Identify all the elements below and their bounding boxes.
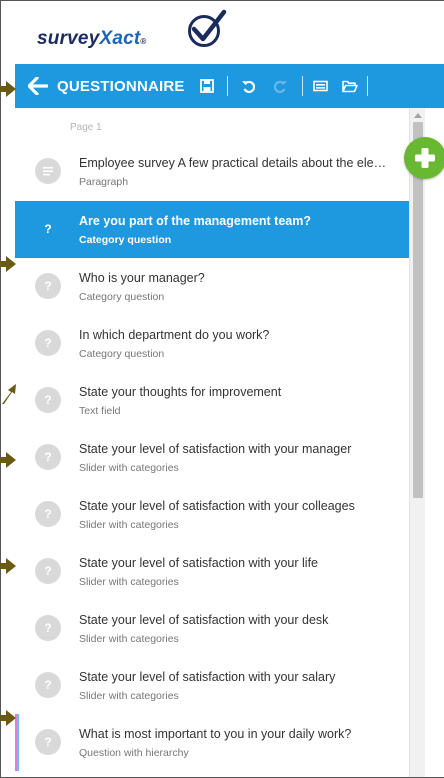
keyboard-icon	[313, 80, 328, 92]
save-button[interactable]	[191, 64, 223, 108]
logo-header: surveyXact®	[1, 1, 444, 65]
logo-accent-text: Xact	[99, 28, 141, 49]
item-type: Category question	[79, 348, 165, 360]
callout-pointer-icon	[0, 81, 16, 97]
item-type: Slider with categories	[79, 576, 179, 588]
keyboard-button[interactable]	[303, 64, 339, 108]
item-title: State your thoughts for improvement	[79, 385, 282, 399]
callout-pointer-icon	[0, 256, 16, 272]
item-type: Slider with categories	[79, 690, 179, 702]
back-arrow-icon	[28, 77, 48, 95]
item-title: Who is your manager?	[79, 271, 205, 285]
list-item[interactable]: Employee survey A few practical details …	[15, 143, 409, 200]
callout-pointer-icon	[2, 384, 16, 404]
questionnaire-toolbar: QUESTIONNAIRE	[15, 64, 444, 108]
list-item[interactable]: ? State your level of satisfaction with …	[15, 657, 409, 714]
question-badge: ?	[35, 501, 61, 527]
add-question-button[interactable]	[404, 137, 444, 179]
undo-button[interactable]	[228, 64, 268, 108]
list-item[interactable]: ? In which department do you work? Categ…	[15, 315, 409, 372]
question-badge: ?	[44, 222, 52, 236]
item-title: Are you part of the management team?	[79, 214, 311, 228]
logo-main-text: survey	[37, 28, 100, 49]
question-badge: ?	[35, 729, 61, 755]
save-icon	[199, 79, 214, 93]
folder-icon	[341, 80, 358, 92]
item-type: Slider with categories	[79, 462, 179, 474]
question-badge: ?	[35, 387, 61, 413]
question-badge: ?	[35, 273, 61, 299]
callout-pointer-icon	[0, 558, 16, 574]
callout-pointer-icon	[0, 452, 16, 468]
paragraph-icon	[43, 166, 53, 175]
list-item[interactable]: ? State your thoughts for improvement Te…	[15, 372, 409, 429]
callout-pointer-icon	[0, 710, 16, 726]
app-frame: surveyXact® QUESTIONNAIRE Page 1 Employe…	[0, 0, 444, 778]
question-badge: ?	[35, 672, 61, 698]
checkmark-logo-icon	[188, 9, 227, 47]
question-badge: ?	[35, 615, 61, 641]
item-title: In which department do you work?	[79, 328, 270, 342]
plus-icon	[415, 148, 435, 168]
list-item-selected[interactable]: ? Are you part of the management team? C…	[15, 201, 409, 258]
page-label: Page 1	[70, 122, 102, 133]
list-item[interactable]: ? State your level of satisfaction with …	[15, 486, 409, 543]
list-item[interactable]: ? State your level of satisfaction with …	[15, 429, 409, 486]
question-list: Page 1 Employee survey A few practical d…	[15, 108, 409, 777]
item-type: Slider with categories	[79, 519, 179, 531]
list-item[interactable]: ? What is most important to you in your …	[15, 714, 409, 771]
list-item[interactable]: ? State your level of satisfaction with …	[15, 600, 409, 657]
item-title: State your level of satisfaction with yo…	[79, 442, 352, 456]
vertical-scrollbar[interactable]	[409, 108, 426, 777]
back-button[interactable]	[21, 64, 55, 108]
toolbar-separator	[366, 76, 368, 96]
scroll-up-button[interactable]	[410, 108, 426, 122]
item-type: Paragraph	[79, 176, 129, 188]
item-type: Text field	[79, 405, 121, 417]
paragraph-badge	[35, 158, 61, 184]
item-title: State your level of satisfaction with yo…	[79, 499, 355, 513]
redo-button[interactable]	[268, 64, 294, 108]
question-badge: ?	[35, 444, 61, 470]
undo-icon	[241, 80, 255, 93]
list-item[interactable]: ? Who is your manager? Category question	[15, 258, 409, 315]
toolbar-title: QUESTIONNAIRE	[57, 77, 185, 95]
item-title: Employee survey A few practical details …	[79, 156, 387, 170]
item-type: Slider with categories	[79, 633, 179, 645]
app-logo: surveyXact®	[37, 28, 147, 49]
open-folder-button[interactable]	[339, 64, 361, 108]
item-title: State your level of satisfaction with yo…	[79, 556, 319, 570]
question-badge: ?	[35, 330, 61, 356]
item-title: State your level of satisfaction with yo…	[79, 613, 329, 627]
item-title: What is most important to you in your da…	[79, 727, 352, 741]
item-title: State your level of satisfaction with yo…	[79, 670, 336, 684]
question-badge: ?	[35, 558, 61, 584]
list-item[interactable]: ? State your level of satisfaction with …	[15, 543, 409, 600]
item-type: Question with hierarchy	[79, 747, 189, 759]
item-type: Category question	[79, 291, 165, 303]
redo-icon	[273, 80, 287, 93]
triangle-up-icon	[414, 112, 422, 118]
item-type: Category question	[79, 234, 172, 246]
